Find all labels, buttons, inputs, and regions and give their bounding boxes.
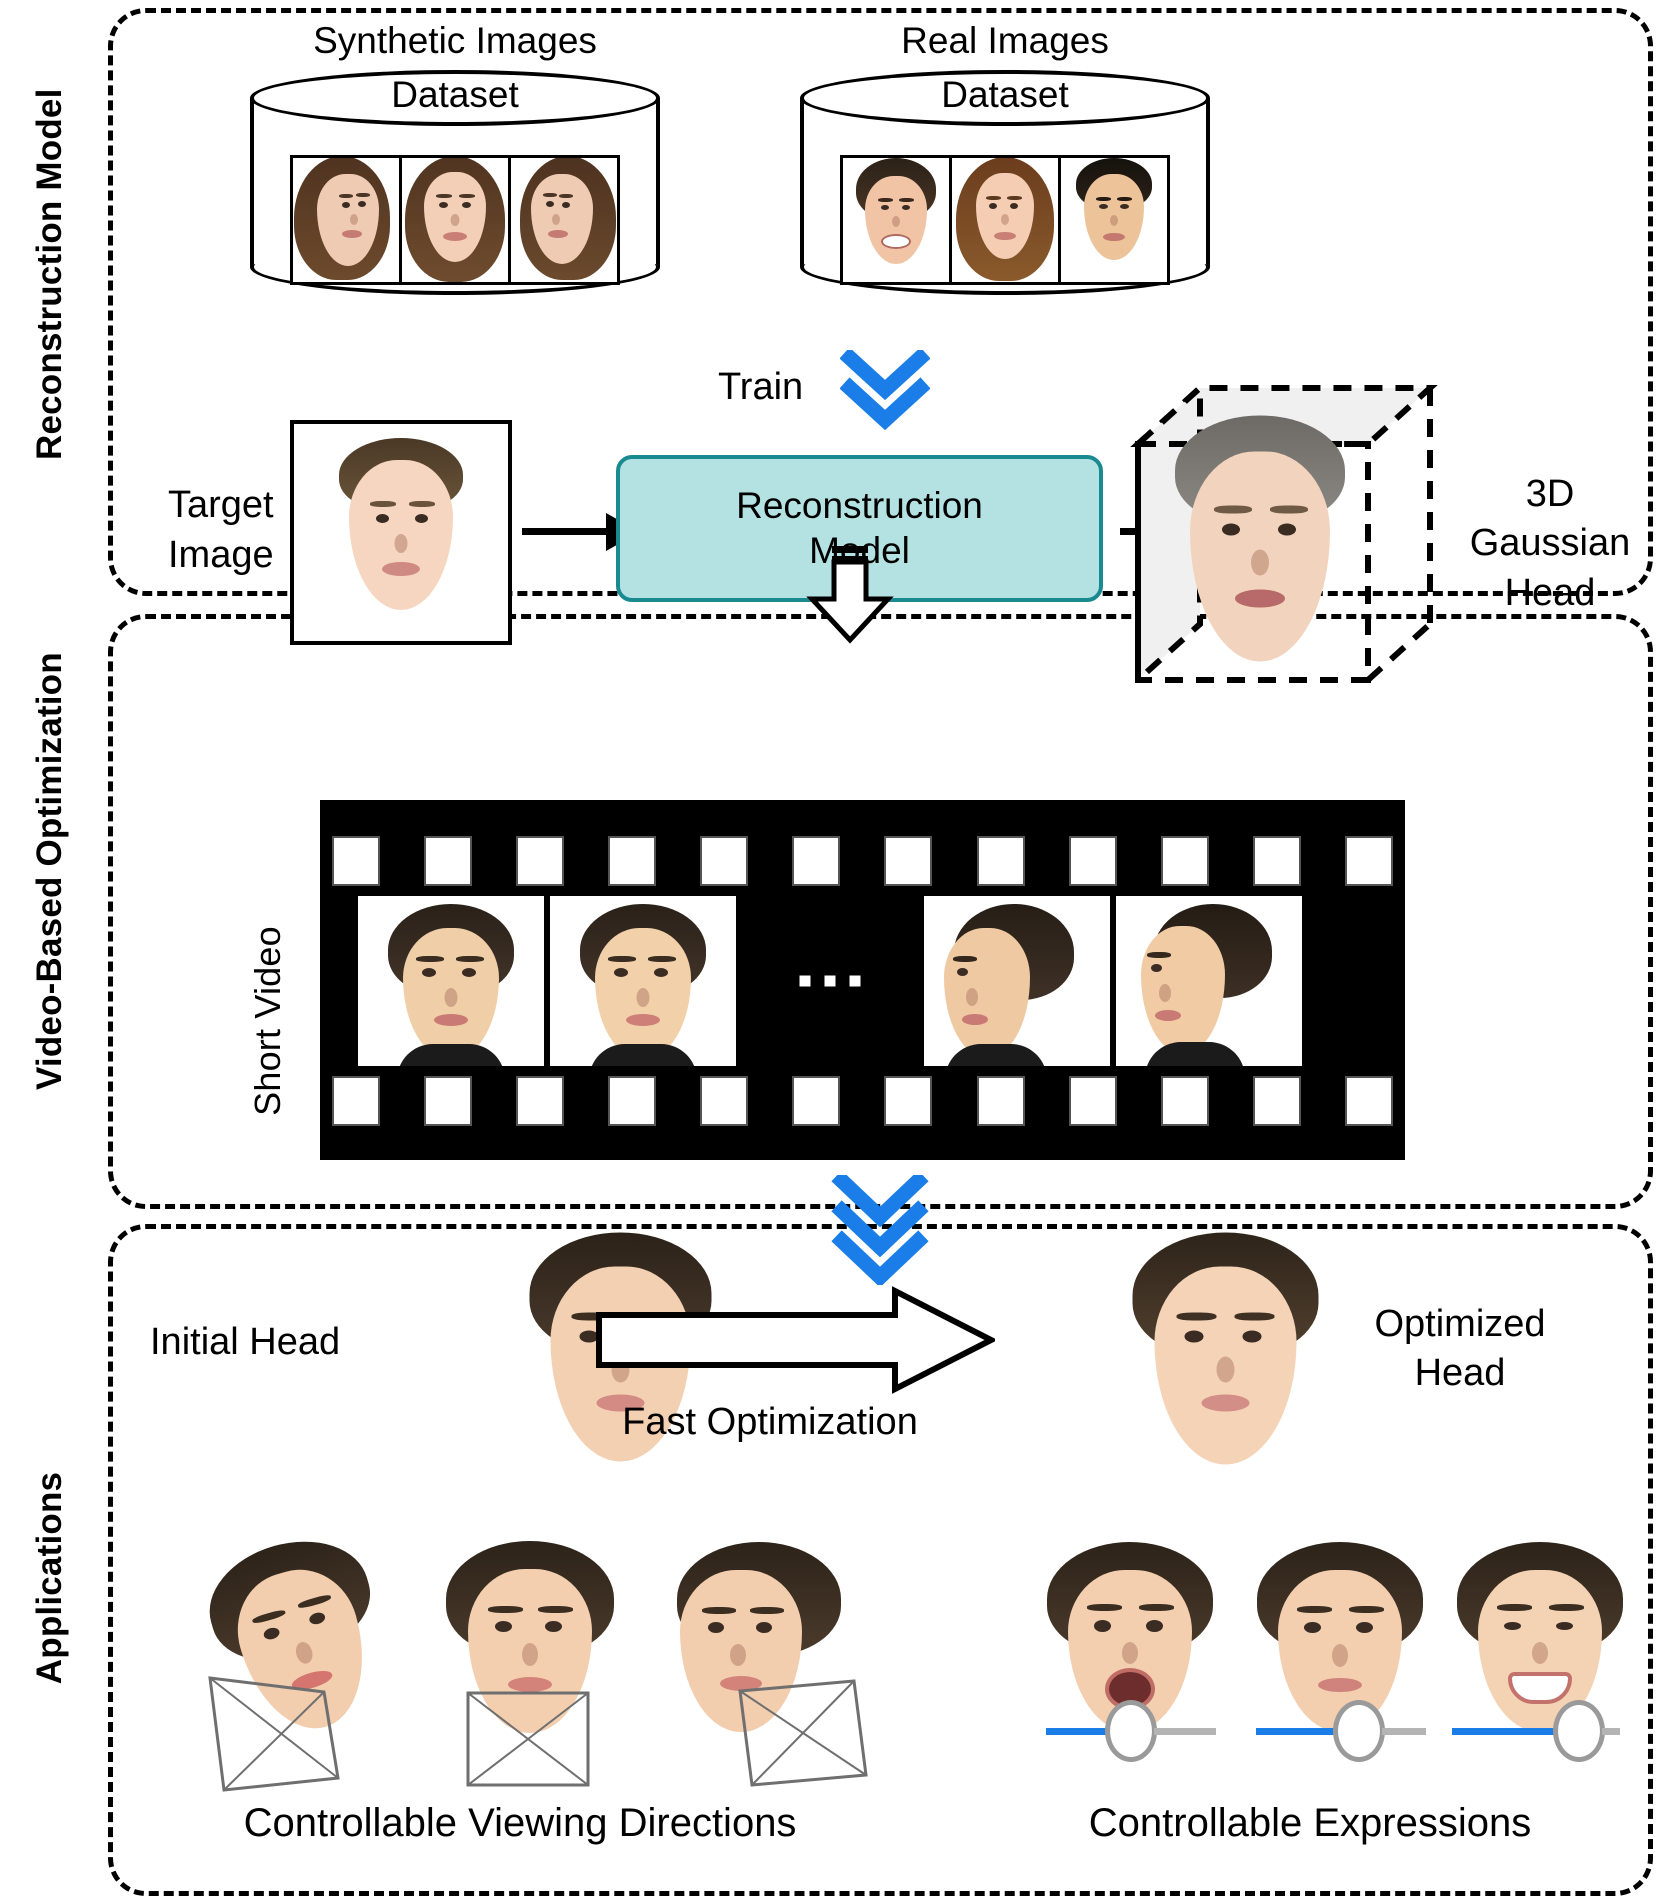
controllable-viewing-directions-label: Controllable Viewing Directions bbox=[243, 1801, 797, 1845]
slider-knob[interactable] bbox=[1333, 1700, 1385, 1762]
real-sample-2 bbox=[952, 158, 1061, 282]
triple-chevron-down-icon bbox=[830, 1175, 930, 1285]
hollow-down-arrow-icon bbox=[800, 544, 900, 644]
arrow-target-to-model-line bbox=[522, 528, 610, 535]
optimized-head-render bbox=[1110, 1230, 1340, 1480]
slider-knob[interactable] bbox=[1105, 1700, 1157, 1762]
slider-knob[interactable] bbox=[1553, 1700, 1605, 1762]
controllable-expressions-label: Controllable Expressions bbox=[1088, 1801, 1532, 1845]
real-dataset-title: Real Images bbox=[901, 20, 1109, 61]
expression-slider-2[interactable] bbox=[1256, 1700, 1436, 1762]
slider-fill bbox=[1256, 1727, 1336, 1735]
camera-frustum-icon bbox=[460, 1685, 600, 1795]
video-frame-4 bbox=[1116, 896, 1302, 1066]
real-sample-3 bbox=[1061, 158, 1167, 282]
expression-slider-1[interactable] bbox=[1046, 1700, 1226, 1762]
short-video-label: Short Video bbox=[247, 926, 288, 1116]
figure-root: Reconstruction Model Video-Based Optimiz… bbox=[0, 0, 1661, 1903]
synthetic-sample-2 bbox=[402, 158, 511, 282]
real-dataset-subtitle: Dataset bbox=[941, 74, 1069, 115]
section-label-video: Video-Based Optimization bbox=[30, 652, 69, 1090]
synthetic-sample-1 bbox=[293, 158, 402, 282]
section-label-reconstruction: Reconstruction Model bbox=[30, 88, 69, 460]
synthetic-dataset-subtitle: Dataset bbox=[391, 74, 519, 115]
synthetic-dataset-title: Synthetic Images bbox=[313, 20, 597, 61]
slider-track bbox=[1602, 1727, 1620, 1735]
film-holes-top bbox=[320, 838, 1405, 884]
synthetic-sample-3 bbox=[511, 158, 617, 282]
hollow-right-arrow-icon bbox=[595, 1285, 998, 1395]
gaussian-head-label: 3D Gaussian Head bbox=[1469, 473, 1631, 614]
camera-frustum-icon bbox=[198, 1668, 358, 1798]
video-frame-1 bbox=[358, 896, 544, 1066]
video-frame-3 bbox=[924, 896, 1110, 1066]
expression-slider-3[interactable] bbox=[1452, 1700, 1632, 1762]
fast-optimization-label: Fast Optimization bbox=[622, 1401, 918, 1443]
synthetic-sample-strip bbox=[290, 155, 620, 285]
slider-fill bbox=[1452, 1727, 1556, 1735]
film-strip-icon bbox=[320, 800, 1405, 1160]
video-frames-ellipsis bbox=[742, 896, 918, 1066]
train-label: Train bbox=[718, 366, 804, 408]
double-chevron-down-icon bbox=[840, 350, 930, 430]
real-sample-strip bbox=[840, 155, 1170, 285]
slider-track bbox=[1382, 1727, 1426, 1735]
ellipsis-dots bbox=[799, 975, 861, 987]
slider-track bbox=[1154, 1727, 1216, 1735]
section-label-applications: Applications bbox=[30, 1471, 69, 1685]
initial-head-label: Initial Head bbox=[150, 1321, 341, 1363]
camera-frustum-icon bbox=[720, 1675, 880, 1795]
video-frame-2 bbox=[550, 896, 736, 1066]
optimized-head-label: Optimized Head bbox=[1374, 1303, 1546, 1395]
film-frames bbox=[358, 896, 1368, 1066]
gaussian-head-render bbox=[1160, 415, 1360, 681]
real-sample-1 bbox=[843, 158, 952, 282]
reconstruction-model-box-line1: Reconstruction bbox=[736, 485, 983, 527]
slider-fill bbox=[1046, 1727, 1108, 1735]
target-image-thumbnail bbox=[290, 420, 512, 645]
target-image-label: Target Image bbox=[168, 484, 274, 577]
gaussian-head-cube bbox=[1130, 380, 1450, 700]
film-holes-bottom bbox=[320, 1078, 1405, 1124]
